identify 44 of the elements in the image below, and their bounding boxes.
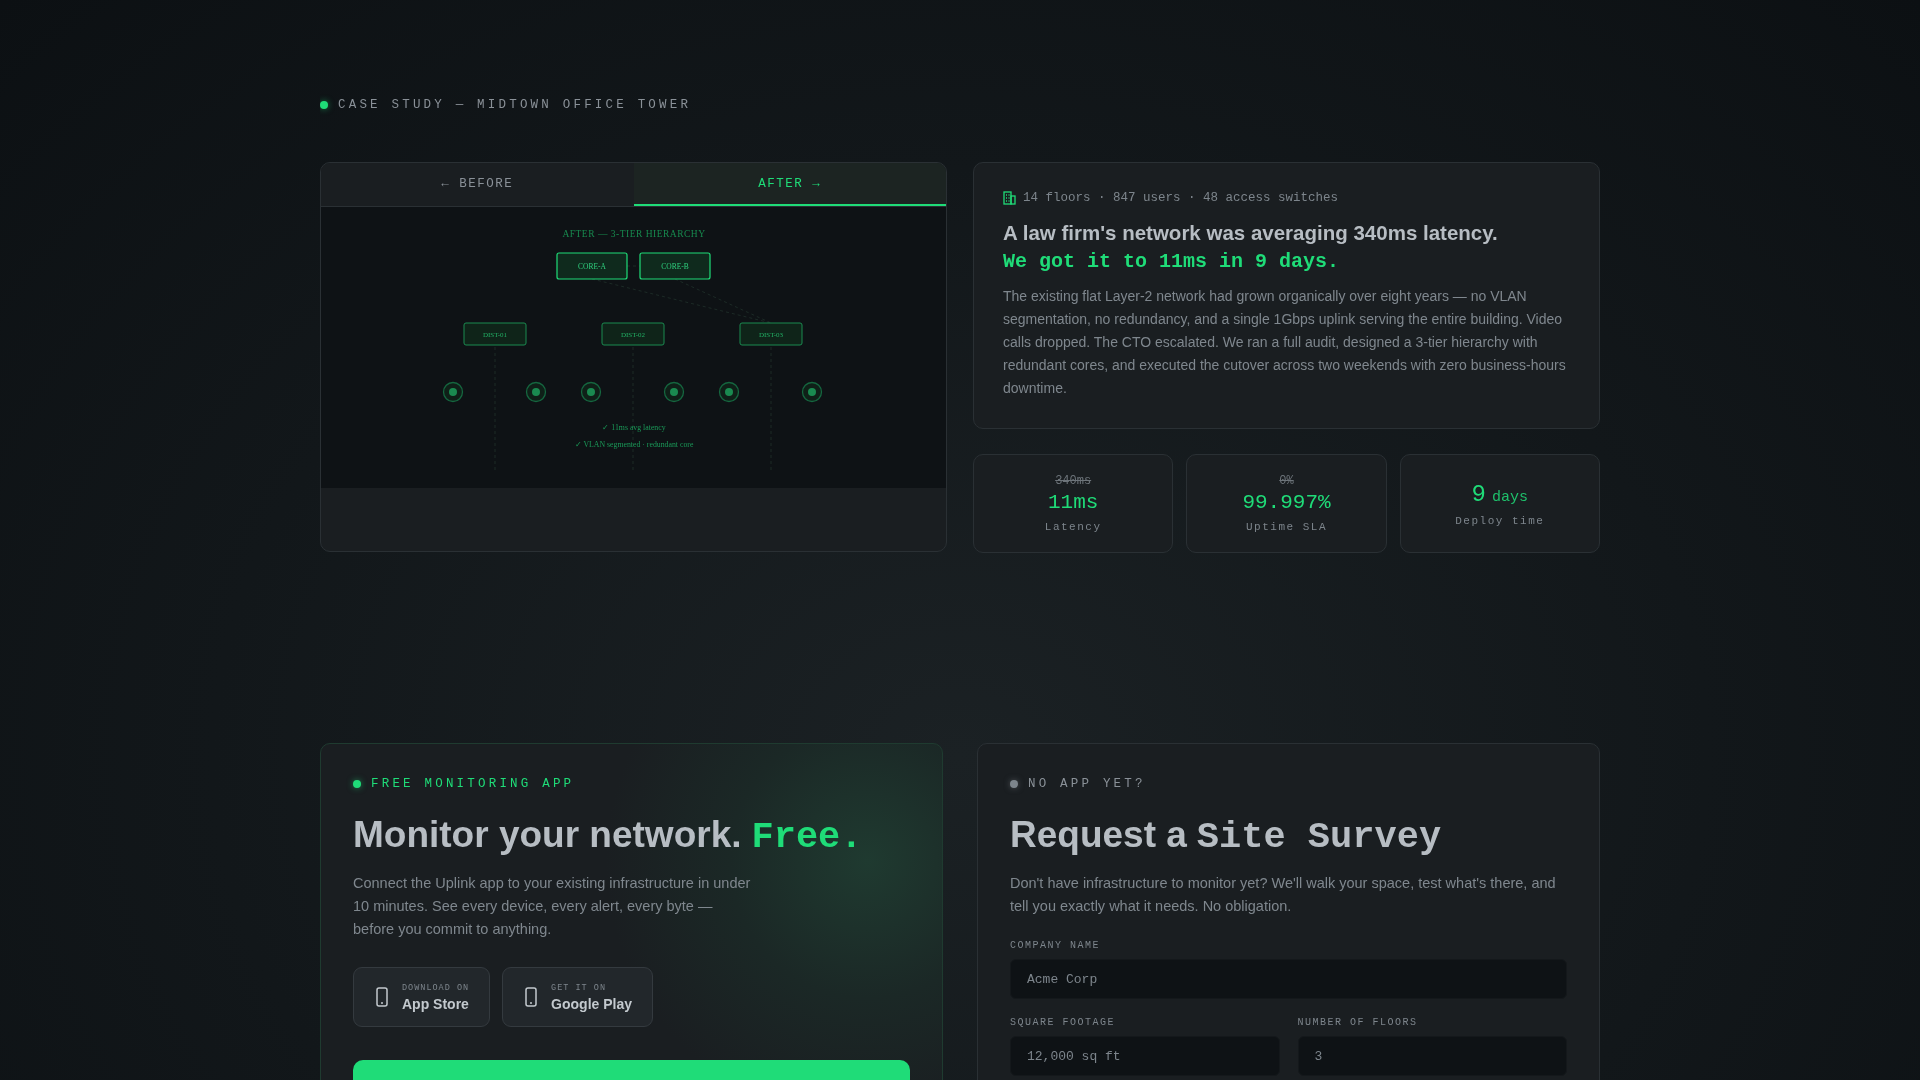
building-stats: 14 floors · 847 users · 48 access switches (1023, 191, 1339, 205)
access-switch-icon (801, 381, 823, 403)
stat-value: 99.997% (1242, 491, 1331, 514)
stat-unit: days (1492, 488, 1529, 506)
field-label: SQUARE FOOTAGE (1010, 1017, 1116, 1028)
card-eyebrow: NO APP YET? (1028, 777, 1146, 791)
card-description: Don't have infrastructure to monitor yet? We'll walk your space, test what's there, and tell you exactly what it needs. No obligation. (1010, 874, 1557, 916)
status-dot (320, 101, 328, 109)
previous-value: 0% (1279, 474, 1294, 488)
access-switch-icon (580, 381, 602, 403)
case-description: The existing flat Layer-2 network had grown organically over eight years — no VLAN segmentation, no redundancy, and a single 1Gbps uplink serving the entire building. Video calls dropped. The CTO escalated. We ran a full audit, designed a 3-tier hierarchy with redundant cores, and executed the cutover across two weekends with zero business-hours downtime. (1003, 287, 1567, 398)
comparison-tab[interactable]: AFTER → (633, 163, 946, 206)
access-switch-icon (718, 381, 740, 403)
card-description: Connect the Uplink app to your existing infrastructure in under 10 minutes. See every device, every alert, every byte — before you commit to anything. (353, 874, 752, 939)
field-label: COMPANY NAME (1010, 940, 1101, 951)
section-eyebrow: CASE STUDY — MIDTOWN OFFICE TOWER (338, 98, 692, 112)
case-result: We got it to 11ms in 9 days. (1003, 250, 1341, 273)
status-dot (1010, 780, 1018, 788)
stat-value: 11ms (1047, 491, 1099, 514)
input-field[interactable]: 3 (1297, 1036, 1567, 1076)
phone-icon (376, 987, 388, 1007)
title-accent: Site Survey (1196, 816, 1442, 858)
access-switch-icon (442, 381, 464, 403)
building-icon (1003, 191, 1016, 205)
stat-value: 9 (1471, 480, 1486, 508)
status-dot (353, 780, 361, 788)
input-field[interactable]: 12,000 sq ft (1010, 1036, 1280, 1076)
access-switch-icon (525, 381, 547, 403)
store-button[interactable]: DOWNLOAD ON App Store (353, 967, 491, 1027)
input-field[interactable]: Acme Corp (1010, 959, 1567, 999)
card-title: Request a (1010, 814, 1187, 856)
card-eyebrow: FREE MONITORING APP (371, 777, 575, 791)
field-label: NUMBER OF FLOORS (1297, 1017, 1419, 1028)
case-headline: A law firm's network was averaging 340ms latency. (1003, 221, 1499, 245)
access-switch-icon (663, 381, 685, 403)
title-accent: Free. (751, 816, 863, 858)
stat-label: Latency (1044, 521, 1102, 533)
previous-value: 340ms (1055, 474, 1092, 488)
store-button[interactable]: GET IT ON Google Play (502, 967, 654, 1027)
stat-label: Uptime SLA (1246, 521, 1327, 533)
phone-icon (525, 987, 538, 1007)
card-title: Monitor your network. (353, 814, 742, 856)
stat-label: Deploy time (1455, 514, 1545, 527)
diagram-title: AFTER — 3-TIER HIERARCHY (562, 229, 706, 239)
